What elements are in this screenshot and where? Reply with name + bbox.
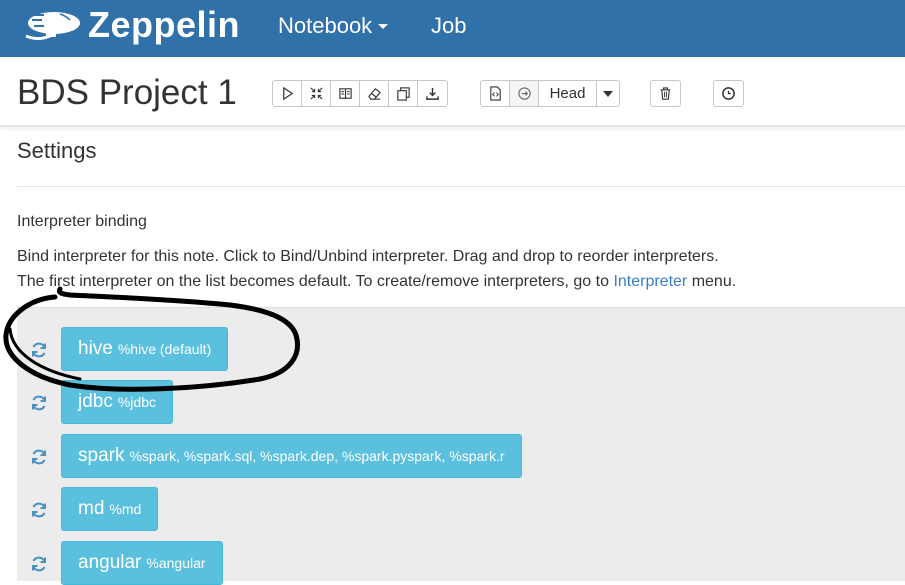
interpreter-button-md[interactable]: md %md [61, 487, 159, 531]
note-title[interactable]: BDS Project 1 [17, 73, 237, 113]
version-control-group: Head [480, 80, 620, 107]
interpreter-name: spark [78, 445, 125, 466]
commit-button[interactable] [481, 81, 510, 106]
interpreter-aliases: %angular [146, 555, 206, 571]
interpreter-button-jdbc[interactable]: jdbc %jdbc [61, 380, 173, 424]
interpreter-name: hive [78, 338, 113, 359]
settings-title: Settings [17, 138, 97, 163]
top-navbar: Zeppelin Notebook Job [0, 0, 905, 57]
zeppelin-logo-icon[interactable] [20, 6, 82, 46]
trash-icon [660, 87, 671, 100]
interpreter-binding-title: Interpreter binding [17, 213, 147, 230]
refresh-icon[interactable] [29, 554, 49, 574]
revision-dropdown-button[interactable] [597, 81, 619, 106]
interpreter-name: md [78, 498, 105, 519]
collapse-icon [309, 87, 323, 100]
paragraph-actions-group [272, 80, 448, 107]
clock-icon [722, 87, 735, 100]
interpreter-button-angular[interactable]: angular %angular [61, 541, 223, 585]
delete-note-button[interactable] [651, 81, 680, 106]
toggle-editor-button[interactable] [302, 81, 331, 106]
arrow-circle-icon [517, 87, 531, 100]
binding-description-line-2: The first interpreter on the list become… [17, 273, 736, 291]
refresh-icon[interactable] [29, 447, 49, 467]
divider [17, 186, 905, 187]
export-note-button[interactable] [418, 81, 447, 106]
nav-notebook-menu[interactable]: Notebook [278, 13, 389, 39]
interpreter-aliases: %jdbc [117, 394, 156, 410]
interpreter-button-hive[interactable]: hive %hive (default) [61, 327, 229, 371]
eraser-icon [367, 88, 381, 100]
clear-output-button[interactable] [360, 81, 389, 106]
brand-name[interactable]: Zeppelin [88, 4, 240, 46]
interpreter-name: angular [78, 552, 142, 573]
delete-note-group [650, 80, 681, 107]
revision-select-label[interactable]: Head [539, 81, 597, 106]
interpreter-button-spark[interactable]: spark %spark, %spark.sql, %spark.dep, %sp… [61, 434, 522, 478]
clone-note-button[interactable] [389, 81, 418, 106]
refresh-icon[interactable] [29, 340, 49, 360]
note-header: BDS Project 1 Head [0, 57, 905, 127]
scheduler-button[interactable] [714, 81, 743, 106]
copy-icon [396, 87, 410, 101]
interpreter-aliases: %md [109, 501, 142, 517]
interpreter-binding-list: hive %hive (default) jdbc %jdbc spark %spar… [17, 307, 905, 585]
binding-description-line-1: Bind interpreter for this note. Click to… [17, 248, 719, 265]
toggle-output-button[interactable] [331, 81, 360, 106]
refresh-icon[interactable] [29, 393, 49, 413]
refresh-icon[interactable] [29, 500, 49, 520]
description-text: The first interpreter on the list become… [17, 273, 614, 290]
interpreter-aliases: %spark, %spark.sql, %spark.dep, %spark.p… [129, 448, 505, 464]
run-all-button[interactable] [273, 81, 302, 106]
nav-notebook-label: Notebook [278, 13, 373, 38]
nav-job-link[interactable]: Job [431, 13, 466, 39]
play-icon [282, 86, 293, 101]
book-icon [338, 88, 352, 100]
set-revision-button[interactable] [510, 81, 539, 106]
download-icon [426, 87, 439, 100]
chevron-down-icon [603, 90, 613, 97]
description-text: menu. [687, 273, 737, 290]
code-file-icon [489, 86, 501, 101]
scheduler-group [713, 80, 744, 107]
interpreter-menu-link[interactable]: Interpreter [613, 273, 687, 290]
interpreter-name: jdbc [78, 391, 113, 412]
chevron-down-icon [378, 23, 389, 29]
interpreter-aliases: %hive (default) [117, 341, 212, 357]
